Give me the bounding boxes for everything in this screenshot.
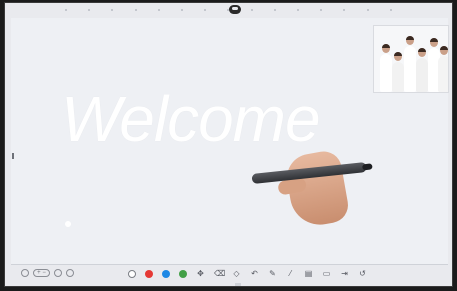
toolbar-tools: ✥ ⌫ ◇ ↶ ✎ ⁄ ▤ ▭ ⇥ ↺ [128, 269, 367, 278]
top-bar [5, 3, 452, 18]
bottom-handle[interactable] [235, 283, 241, 286]
undo-icon[interactable]: ↶ [250, 269, 259, 278]
toolbar-left-group: + − [21, 269, 74, 277]
welcome-text: Welcome [61, 83, 321, 155]
top-collapse-handle[interactable] [229, 5, 241, 14]
whiteboard-window: Welcome + − ✥ ⌫ ◇ ↶ ✎ ⁄ ▤ ▭ ⇥ ↺ [4, 2, 453, 287]
text-icon[interactable]: ▤ [304, 269, 313, 278]
pencil-icon[interactable]: ⁄ [286, 269, 295, 278]
side-resize-handle[interactable] [12, 153, 14, 159]
hand-holding-pen-image [249, 148, 374, 231]
folder-icon[interactable]: ▭ [322, 269, 331, 278]
blue-swatch-icon[interactable] [162, 269, 170, 278]
ink-dot [65, 221, 71, 227]
bottom-toolbar: + − ✥ ⌫ ◇ ↶ ✎ ⁄ ▤ ▭ ⇥ ↺ [11, 264, 448, 283]
target-icon[interactable] [66, 269, 74, 277]
eraser-icon[interactable]: ⌫ [214, 269, 225, 278]
pointer-icon[interactable]: ✥ [196, 269, 205, 278]
dot-icon[interactable] [54, 269, 62, 277]
settings-icon[interactable] [21, 269, 29, 277]
zoom-pill[interactable]: + − [33, 269, 50, 277]
pen-icon[interactable]: ✎ [268, 269, 277, 278]
whiteboard-canvas[interactable]: Welcome [11, 18, 449, 268]
shape-icon[interactable]: ◇ [232, 269, 241, 278]
video-thumbnail[interactable] [373, 25, 449, 93]
undo-back-icon[interactable]: ↺ [358, 269, 367, 278]
export-icon[interactable]: ⇥ [340, 269, 349, 278]
red-swatch-icon[interactable] [145, 269, 153, 278]
green-swatch-icon[interactable] [179, 269, 187, 278]
white-swatch-icon[interactable] [128, 269, 136, 278]
hand-illustration [283, 148, 351, 230]
